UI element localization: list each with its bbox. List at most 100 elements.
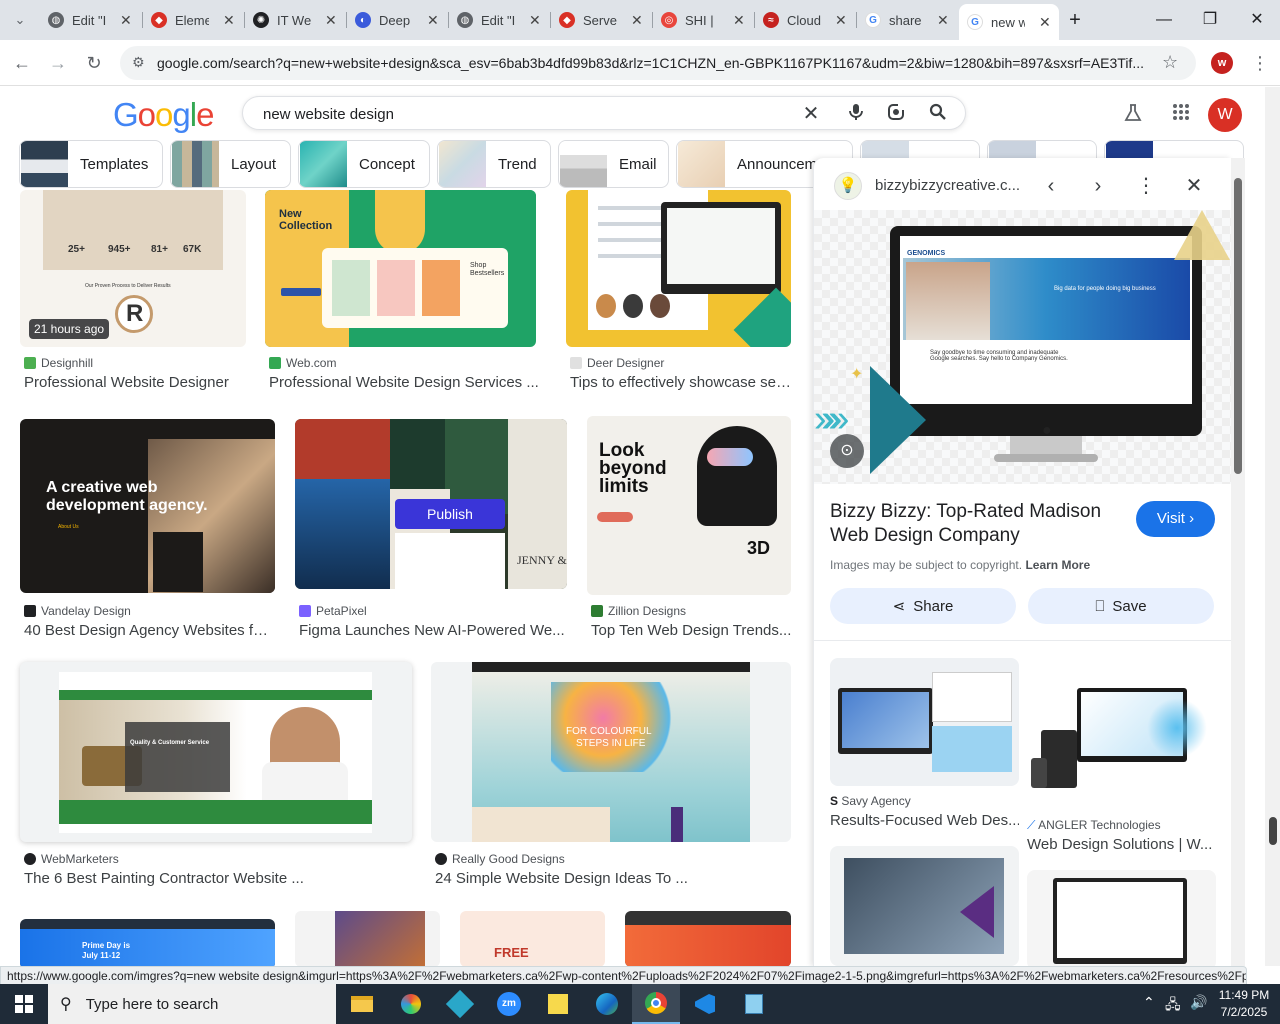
related-title[interactable]: Results-Focused Web Des...: [830, 812, 1019, 829]
preview-image[interactable]: GENOMICS Big data for people doing big b…: [814, 210, 1231, 484]
browser-tab[interactable]: ≈ Cloud ✕: [755, 4, 855, 36]
browser-tab[interactable]: ◐ Deep ✕: [347, 4, 447, 36]
search-box[interactable]: new website design ✕: [242, 96, 966, 130]
panel-title[interactable]: Bizzy Bizzy: Top-Rated Madison Web Desig…: [830, 500, 1120, 548]
result-image[interactable]: Quality & Customer Service: [20, 662, 412, 842]
image-result[interactable]: New Collection Shop Bestsellers Web.com …: [265, 190, 555, 391]
image-result[interactable]: [625, 911, 791, 966]
tab-close-icon[interactable]: ✕: [120, 12, 132, 29]
tab-close-icon[interactable]: ✕: [835, 12, 847, 29]
tab-close-icon[interactable]: ✕: [325, 12, 337, 29]
image-result[interactable]: Deer Designer Tips to effectively showca…: [566, 190, 792, 391]
result-image[interactable]: 25+ 945+ 81+ 67K Our Proven Process to D…: [20, 190, 246, 347]
reload-button[interactable]: ↻: [82, 51, 106, 75]
tab-close-icon[interactable]: ✕: [427, 12, 439, 29]
file-explorer-icon[interactable]: [338, 984, 386, 1024]
visit-button[interactable]: Visit ›: [1136, 501, 1215, 537]
browser-tab-active[interactable]: G new w ✕: [959, 4, 1059, 40]
related-image[interactable]: S Savy Agency Results-Focused Web Des...: [830, 658, 1019, 838]
search-icon[interactable]: [927, 103, 949, 125]
result-title[interactable]: The 6 Best Painting Contractor Website .…: [24, 870, 412, 887]
tab-close-icon[interactable]: ✕: [937, 12, 949, 29]
forward-button[interactable]: →: [46, 51, 70, 75]
image-result[interactable]: Publish JENNY & PetaPixel Figma Launches…: [295, 419, 567, 643]
minimize-button[interactable]: —: [1152, 8, 1176, 32]
tab-close-icon[interactable]: ✕: [1039, 14, 1051, 31]
chrome-icon[interactable]: [632, 984, 680, 1024]
image-result[interactable]: A creative web development agency. About…: [20, 419, 276, 643]
profile-avatar[interactable]: w: [1211, 52, 1233, 74]
volume-icon[interactable]: 🔊: [1190, 994, 1207, 1011]
related-image-thumb[interactable]: [1027, 870, 1216, 966]
result-image[interactable]: FREE: [460, 911, 605, 966]
page-scrollbar[interactable]: [1265, 87, 1280, 966]
clear-search-icon[interactable]: ✕: [800, 103, 822, 125]
image-result[interactable]: FREE: [460, 911, 605, 966]
lens-search-icon[interactable]: ⊙: [830, 434, 864, 468]
tab-search-button[interactable]: ⌄: [8, 8, 32, 32]
learn-more-link[interactable]: Learn More: [1025, 558, 1090, 572]
page-scrollbar-thumb[interactable]: [1269, 817, 1277, 845]
close-icon[interactable]: ✕: [1181, 173, 1207, 199]
search-input[interactable]: new website design: [263, 106, 394, 123]
save-button[interactable]: ⎕ Save: [1028, 588, 1214, 624]
bookmark-star-icon[interactable]: ☆: [1162, 52, 1178, 73]
image-result[interactable]: Prime Day is July 11-12: [20, 919, 275, 966]
result-title[interactable]: Tips to effectively showcase ser...: [570, 374, 792, 391]
result-image[interactable]: A creative web development agency. About…: [20, 419, 275, 593]
taskbar-search-input[interactable]: Type here to search: [86, 996, 219, 1013]
browser-tab[interactable]: ◎ SHI | ✕: [653, 4, 753, 36]
close-window-button[interactable]: ✕: [1245, 8, 1269, 32]
chip-trend[interactable]: Trend: [437, 140, 551, 188]
result-image[interactable]: [625, 911, 791, 966]
google-account-avatar[interactable]: W: [1208, 98, 1242, 132]
result-image[interactable]: Look beyond limits 3D: [587, 416, 791, 595]
vscode-icon[interactable]: [681, 984, 729, 1024]
panel-scrollbar-thumb[interactable]: [1234, 178, 1242, 474]
previous-icon[interactable]: ‹: [1038, 173, 1064, 199]
lens-search-icon[interactable]: [885, 103, 907, 125]
panel-scrollbar[interactable]: [1231, 158, 1245, 966]
result-title[interactable]: 24 Simple Website Design Ideas To ...: [435, 870, 791, 887]
related-image[interactable]: [830, 846, 1019, 966]
browser-tab[interactable]: ◍ Edit "I ✕: [40, 4, 140, 36]
image-result-hovered[interactable]: Quality & Customer Service WebMarketers …: [20, 662, 412, 887]
related-image[interactable]: [1027, 870, 1216, 966]
tab-close-icon[interactable]: ✕: [733, 12, 745, 29]
result-image[interactable]: Prime Day is July 11-12: [20, 919, 275, 966]
panel-site-name[interactable]: bizzybizzycreative.c...: [875, 177, 1020, 194]
browser-menu-icon[interactable]: ⋮: [1248, 51, 1272, 75]
related-image-thumb[interactable]: [830, 846, 1019, 966]
labs-flask-icon[interactable]: [1122, 103, 1144, 125]
result-title[interactable]: Figma Launches New AI-Powered We...: [299, 622, 567, 639]
paint-icon[interactable]: [387, 984, 435, 1024]
result-title[interactable]: Professional Website Design Services ...: [269, 374, 555, 391]
sticky-notes-icon[interactable]: [534, 984, 582, 1024]
chevron-up-icon[interactable]: ⌃: [1143, 994, 1155, 1011]
result-image[interactable]: FOR COLOURFUL STEPS IN LIFE: [431, 662, 791, 842]
browser-tab[interactable]: ✺ IT We ✕: [245, 4, 345, 36]
notepad-icon[interactable]: [730, 984, 778, 1024]
new-tab-button[interactable]: +: [1063, 8, 1087, 32]
browser-tab[interactable]: G share ✕: [857, 4, 957, 36]
chip-email[interactable]: Email: [558, 140, 669, 188]
apps-grid-icon[interactable]: [1170, 103, 1192, 125]
chip-layout[interactable]: Layout: [170, 140, 291, 188]
network-icon[interactable]: 🖧: [1165, 994, 1181, 1018]
system-clock[interactable]: 11:49 PM 7/2/2025: [1212, 987, 1276, 1021]
related-image-thumb[interactable]: [1027, 658, 1216, 810]
google-logo[interactable]: Google: [113, 96, 214, 134]
result-image[interactable]: New Collection Shop Bestsellers: [265, 190, 536, 347]
chip-templates[interactable]: Templates: [19, 140, 163, 188]
chip-concept[interactable]: Concept: [298, 140, 430, 188]
image-result[interactable]: 25+ 945+ 81+ 67K Our Proven Process to D…: [20, 190, 246, 391]
restore-button[interactable]: ❐: [1198, 8, 1222, 32]
more-options-icon[interactable]: ⋮: [1133, 173, 1159, 199]
edge-icon[interactable]: [583, 984, 631, 1024]
result-title[interactable]: Professional Website Designer: [24, 374, 246, 391]
site-info-icon[interactable]: ⚙: [132, 54, 145, 71]
app-icon[interactable]: [436, 984, 484, 1024]
back-button[interactable]: ←: [10, 51, 34, 75]
tab-close-icon[interactable]: ✕: [529, 12, 541, 29]
related-image-thumb[interactable]: [830, 658, 1019, 786]
